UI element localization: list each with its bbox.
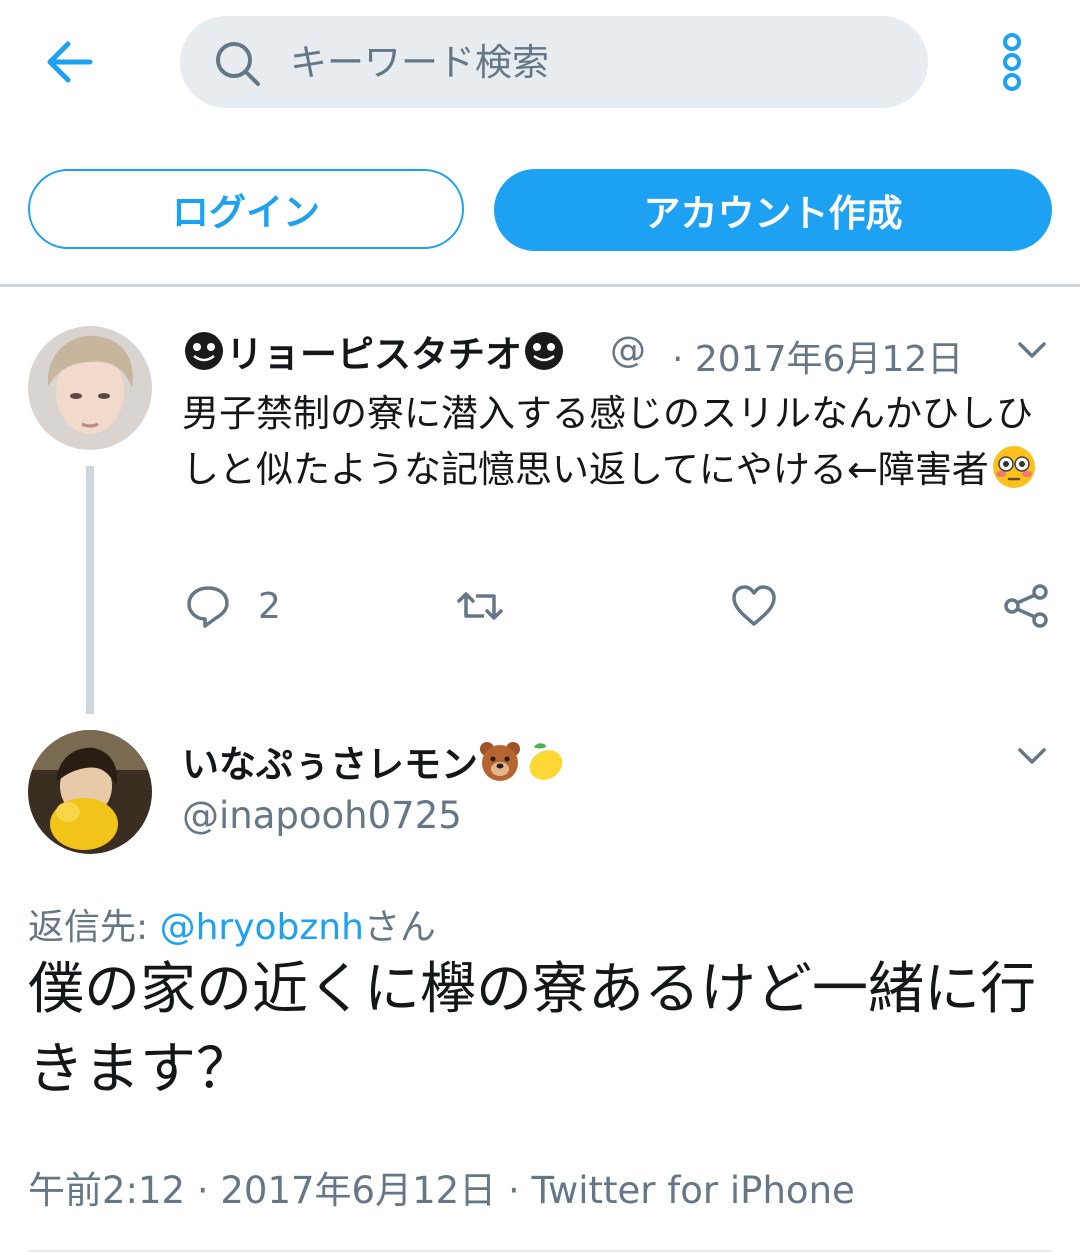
avatar-image	[28, 326, 152, 450]
share-button[interactable]	[1002, 578, 1050, 634]
thread-connector	[86, 466, 94, 714]
retweet-button[interactable]	[456, 578, 504, 634]
reply-icon	[187, 586, 229, 628]
avatar[interactable]	[28, 326, 152, 450]
share-icon	[1004, 584, 1048, 628]
tweet1-name-text: リョーピスタチオ	[226, 333, 522, 376]
tweet2-time: 午前2:12	[28, 1169, 186, 1212]
tweet2-text: 僕の家の近くに欅の寮あるけど一緒に行きます？	[28, 957, 1036, 1102]
search-icon	[216, 42, 260, 86]
tweet1-text-content: 男子禁制の寮に潜入する感じのスリルなんかひしひしと似たような記憶思い返してにやけ…	[182, 392, 1033, 491]
reply-count: 2	[258, 585, 281, 627]
login-button[interactable]: ログイン	[28, 169, 464, 249]
tweet2-metadata: 午前2:12 · 2017年6月12日 · Twitter for iPhone	[28, 1160, 855, 1214]
tweet1-handle[interactable]: @	[610, 330, 646, 371]
replying-prefix: 返信先:	[28, 907, 160, 948]
flushed-face-icon	[992, 446, 1035, 488]
search-input[interactable]	[290, 28, 890, 96]
create-account-button[interactable]: アカウント作成	[494, 169, 1052, 251]
chevron-down-icon[interactable]	[1012, 330, 1052, 370]
more-options-button[interactable]	[992, 30, 1032, 94]
retweet-icon	[457, 592, 503, 620]
tweet1-display-name[interactable]: リョーピスタチオ	[182, 324, 566, 378]
chevron-down-icon[interactable]	[1012, 736, 1052, 776]
tweet2-display-name[interactable]: いなぷぅさレモン	[182, 734, 566, 788]
replying-mention-link[interactable]: @hryobznh	[160, 907, 364, 948]
tweet1-date[interactable]: · 2017年6月12日	[672, 330, 963, 382]
avatar[interactable]	[28, 730, 152, 854]
tweet2-date: 2017年6月12日	[220, 1169, 497, 1212]
avatar-image	[28, 730, 152, 854]
header-divider	[0, 284, 1080, 287]
back-button[interactable]	[40, 34, 100, 90]
meta-separator: ·	[496, 1169, 532, 1212]
smiling-face-icon	[185, 332, 223, 370]
bottom-divider	[28, 1250, 1052, 1252]
reply-button[interactable]: 2	[184, 578, 281, 634]
like-button[interactable]	[730, 578, 778, 634]
meta-separator: ·	[185, 1169, 221, 1212]
more-vertical-icon	[1003, 33, 1021, 91]
lemon-icon	[529, 743, 563, 780]
tweet2-handle[interactable]: @inapooh0725	[182, 794, 462, 837]
replying-to: 返信先: @hryobznhさん	[28, 898, 436, 950]
tweet1-text: 男子禁制の寮に潜入する感じのスリルなんかひしひしと似たような記憶思い返してにやけ…	[182, 386, 1042, 498]
smiling-face-icon	[525, 332, 563, 370]
replying-suffix: さん	[363, 907, 436, 948]
bear-face-icon	[480, 742, 520, 781]
like-icon	[732, 585, 776, 626]
tweet2-source-link[interactable]: Twitter for iPhone	[531, 1169, 854, 1212]
back-arrow-icon	[47, 41, 93, 83]
tweet2-name-text: いなぷぅさレモン	[182, 743, 478, 786]
